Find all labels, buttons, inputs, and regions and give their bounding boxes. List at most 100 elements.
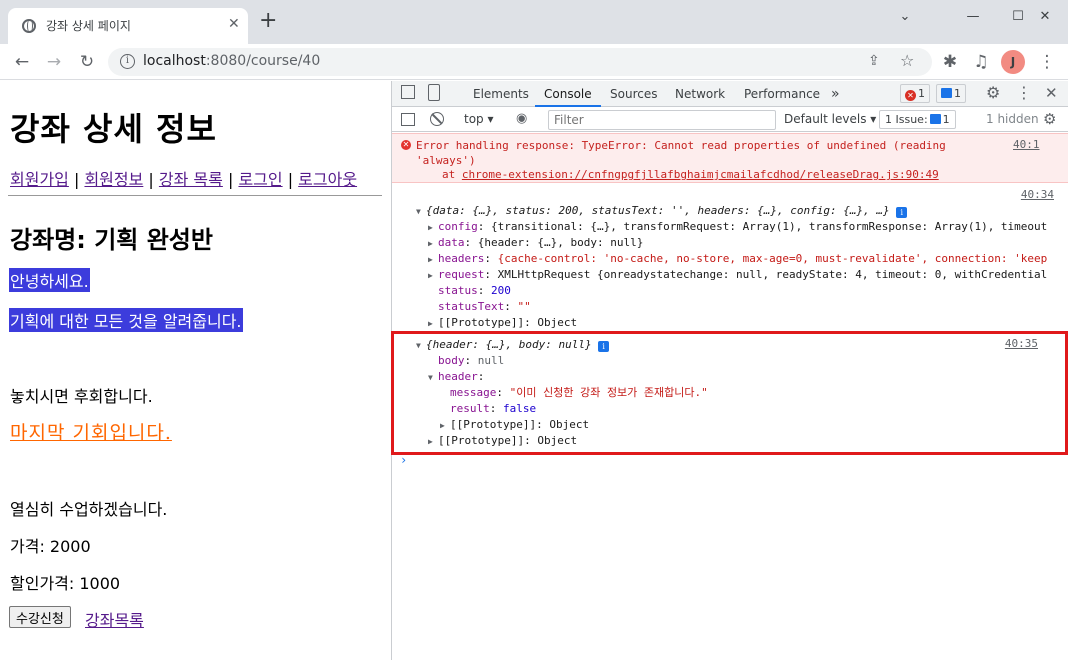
tab-performance[interactable]: Performance	[735, 81, 829, 107]
forward-arrow-icon[interactable]: →	[41, 49, 67, 75]
back-arrow-icon[interactable]: ←	[9, 49, 35, 75]
property-value: {transitional: {…}, transformRequest: Ar…	[491, 220, 1048, 233]
console-filter-input[interactable]	[548, 110, 776, 130]
error-count: 1	[918, 87, 925, 100]
settings-gear-icon[interactable]: ⚙	[986, 83, 1000, 102]
issues-badge[interactable]: 1 Issue: 1	[879, 110, 956, 129]
tab-close-icon[interactable]: ✕	[228, 16, 240, 32]
tab-elements[interactable]: Elements	[464, 81, 538, 107]
log-levels-select[interactable]: Default levels ▾	[784, 112, 876, 126]
price-text: 가격: 2000	[10, 537, 91, 556]
nav-member-info-link[interactable]: 회원정보	[84, 170, 143, 189]
stack-source-link[interactable]: chrome-extension://cnfngpgfjllafbghaimjc…	[462, 168, 939, 181]
nav-separator: |	[143, 170, 159, 189]
property-value: 200	[491, 284, 511, 297]
enroll-button[interactable]: 수강신청	[9, 606, 71, 628]
extensions-puzzle-icon[interactable]: ✱	[937, 49, 963, 75]
device-toolbar-icon[interactable]	[428, 84, 440, 101]
collapsed-triangle-icon: ▶	[428, 223, 433, 232]
console-settings-gear-icon[interactable]: ⚙	[1043, 110, 1056, 128]
tab-search-icon[interactable]: ⌄	[882, 0, 928, 32]
issues-label: 1 Issue:	[885, 113, 928, 126]
object-prototype[interactable]: ▶ [[Prototype]]: Object	[440, 417, 589, 433]
tab-network[interactable]: Network	[666, 81, 734, 107]
object-property[interactable]: ▶ data: {header: {…}, body: null}	[428, 235, 643, 251]
object-prototype[interactable]: ▶ [[Prototype]]: Object	[428, 433, 577, 449]
page-title: 강좌 상세 정보	[10, 110, 217, 148]
hidden-messages-count: 1 hidden	[986, 112, 1039, 126]
collapsed-triangle-icon: ▶	[428, 319, 433, 328]
property-value: null	[477, 354, 505, 367]
site-info-icon[interactable]: i	[120, 54, 135, 69]
nav-separator: |	[222, 170, 239, 189]
error-icon: ✕	[401, 140, 411, 150]
property-key: headers	[438, 252, 485, 265]
collapsed-triangle-icon: ▶	[428, 437, 433, 446]
source-link[interactable]: 40:35	[1005, 337, 1038, 350]
message-count: 1	[954, 87, 961, 100]
tab-console[interactable]: Console	[535, 81, 601, 107]
source-link[interactable]: 40:34	[1021, 188, 1054, 201]
context-select[interactable]: top ▾	[464, 112, 494, 126]
nav-course-list-link[interactable]: 강좌 목록	[159, 170, 223, 189]
tab-sources[interactable]: Sources	[601, 81, 666, 107]
log-object-summary[interactable]: ▼ {data: {…}, status: 200, statusText: ''…	[416, 203, 908, 219]
property-key: statusText	[438, 300, 505, 313]
share-icon[interactable]: ⇪	[868, 53, 880, 69]
error-text: Error handling response: TypeError: Cann…	[416, 138, 956, 168]
address-bar[interactable]: i localhost:8080/course/40 ⇪ ☆	[108, 48, 932, 76]
object-prototype[interactable]: ▶ [[Prototype]]: Object	[428, 315, 577, 331]
devtools-menu-icon[interactable]: ⋮	[1016, 83, 1032, 102]
message-count-badge[interactable]: 1	[936, 84, 966, 103]
info-icon: i	[598, 341, 610, 352]
devtools-close-icon[interactable]: ✕	[1045, 84, 1058, 102]
console-prompt-icon[interactable]: ›	[400, 453, 407, 467]
more-tabs-icon[interactable]: »	[822, 81, 849, 107]
property-value: "이미 신청한 강좌 정보가 존재합니다."	[509, 386, 708, 399]
property-key: config	[438, 220, 478, 233]
expanded-triangle-icon: ▼	[428, 373, 433, 382]
browser-menu-icon[interactable]: ⋮	[1034, 49, 1060, 75]
window-close-icon[interactable]: ✕	[1022, 0, 1068, 32]
error-count-badge[interactable]: ✕ 1	[900, 84, 930, 103]
course-list-link[interactable]: 강좌목록	[85, 607, 144, 631]
property-value: false	[503, 402, 537, 415]
live-expression-eye-icon[interactable]: ◉	[516, 111, 527, 126]
site-nav: 회원가입 | 회원정보 | 강좌 목록 | 로그인 | 로그아웃	[10, 166, 357, 190]
course-description-line: 기획에 대한 모든 것을 알려줍니다.	[9, 308, 243, 332]
log-levels-value: Default levels	[784, 112, 867, 126]
object-property[interactable]: ▼ header:	[428, 369, 484, 385]
property-key: data	[438, 236, 465, 249]
profile-avatar[interactable]: J	[1001, 50, 1025, 74]
browser-toolbar: ← → ↻ i localhost:8080/course/40 ⇪ ☆ ✱ ♫…	[0, 44, 1068, 80]
browser-tab[interactable]: 강좌 상세 페이지 ✕	[8, 8, 248, 44]
source-link[interactable]: 40:1	[1013, 138, 1040, 151]
log-object-summary[interactable]: ▼ {header: {…}, body: null} i	[416, 337, 610, 353]
object-property: message: "이미 신청한 강좌 정보가 존재합니다."	[450, 386, 708, 399]
issues-count: 1	[942, 113, 950, 126]
console-output: ✕ Error handling response: TypeError: Ca…	[391, 133, 1068, 660]
new-tab-icon[interactable]: +	[259, 10, 277, 32]
course-description-line: 열심히 수업하겠습니다.	[10, 500, 168, 519]
issue-icon	[929, 114, 941, 124]
property-key: body	[438, 354, 465, 367]
object-property[interactable]: ▶ headers: {cache-control: 'no-cache, no-…	[428, 251, 1047, 267]
reload-icon[interactable]: ↻	[74, 49, 100, 75]
clear-console-icon[interactable]	[430, 112, 444, 126]
minimize-icon[interactable]: —	[950, 0, 996, 32]
nav-logout-link[interactable]: 로그아웃	[298, 170, 357, 189]
expanded-triangle-icon: ▼	[416, 341, 421, 350]
nav-login-link[interactable]: 로그인	[238, 170, 282, 189]
course-description-highlight: 마지막 기회입니다.	[10, 422, 172, 444]
object-property[interactable]: ▶ config: {transitional: {…}, transformRe…	[428, 219, 1047, 235]
property-key: result	[450, 402, 490, 415]
sidebar-toggle-icon[interactable]	[401, 113, 415, 126]
object-property[interactable]: ▶ request: XMLHttpRequest {onreadystatech…	[428, 267, 1047, 283]
collapsed-triangle-icon: ▶	[428, 239, 433, 248]
collapsed-triangle-icon: ▶	[428, 255, 433, 264]
property-key: status	[438, 284, 478, 297]
bookmark-star-icon[interactable]: ☆	[900, 51, 914, 70]
inspect-element-icon[interactable]	[401, 85, 415, 99]
media-control-icon[interactable]: ♫	[968, 49, 994, 75]
nav-signup-link[interactable]: 회원가입	[10, 170, 69, 189]
